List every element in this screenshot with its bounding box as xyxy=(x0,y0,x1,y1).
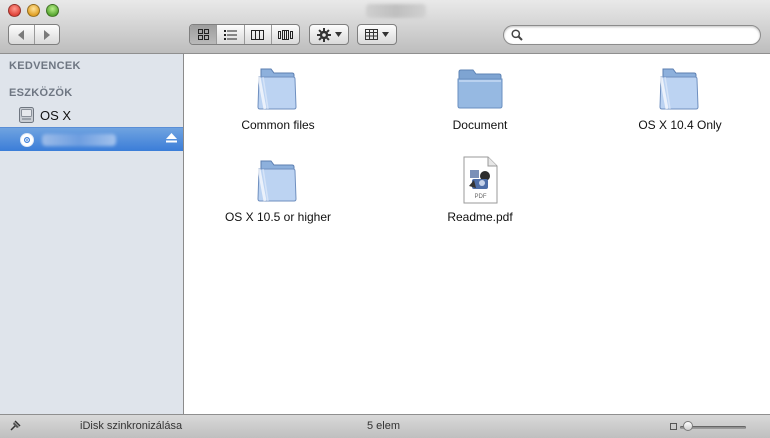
status-bar: iDisk szinkronizálása 5 elem xyxy=(0,414,770,438)
file-item-readme-pdf[interactable]: PDF Readme.pdf xyxy=(400,156,560,224)
pdf-document-icon: PDF xyxy=(463,156,498,204)
sidebar-item-os-x[interactable]: OS X xyxy=(0,104,183,126)
action-menu-button[interactable] xyxy=(309,24,349,45)
minimize-window-button[interactable] xyxy=(27,4,40,17)
file-item-document[interactable]: Document xyxy=(400,66,560,132)
file-item-label: OS X 10.5 or higher xyxy=(224,210,332,224)
sync-pin-icon[interactable] xyxy=(8,419,22,433)
zoom-window-button[interactable] xyxy=(46,4,59,17)
finder-window: KEDVENCEK ESZKÖZÖK OS X Common files Doc… xyxy=(0,0,770,438)
folder-icon xyxy=(659,68,699,110)
back-forward-control xyxy=(8,24,60,45)
disc-icon xyxy=(20,132,34,147)
pdf-badge-label: PDF xyxy=(475,194,487,200)
window-controls xyxy=(8,4,59,17)
toolbar xyxy=(0,0,770,54)
coverflow-view-button[interactable] xyxy=(272,25,299,44)
coverflow-icon xyxy=(277,29,293,40)
chevron-right-icon xyxy=(43,29,50,40)
gear-icon xyxy=(316,27,331,42)
favorites-header: KEDVENCEK xyxy=(9,60,81,72)
grid-icon xyxy=(197,29,209,40)
small-icon-size-icon xyxy=(670,423,677,430)
chevron-down-icon xyxy=(382,32,389,37)
columns-icon xyxy=(251,29,265,40)
hard-drive-icon xyxy=(19,107,34,123)
search-input[interactable] xyxy=(526,28,758,44)
file-item-common-files[interactable]: Common files xyxy=(198,66,358,132)
folder-icon xyxy=(257,160,297,202)
file-item-label: Readme.pdf xyxy=(447,210,513,224)
window-title xyxy=(366,4,426,18)
file-item-os-x-10-5-or-higher[interactable]: OS X 10.5 or higher xyxy=(198,158,358,224)
view-mode-control xyxy=(189,24,300,45)
slider-thumb[interactable] xyxy=(682,421,693,431)
sidebar-item-disc[interactable] xyxy=(0,127,183,151)
eject-icon[interactable] xyxy=(166,133,177,143)
icon-size-slider[interactable] xyxy=(670,420,754,434)
search-icon xyxy=(511,29,523,41)
file-item-label: Common files xyxy=(241,118,315,132)
list-icon xyxy=(223,29,237,40)
file-browser: Common files Document OS X 10.4 Only OS … xyxy=(185,54,770,414)
chevron-down-icon xyxy=(334,32,342,37)
forward-button[interactable] xyxy=(35,25,60,44)
icon-view-button[interactable] xyxy=(190,25,218,44)
chevron-left-icon xyxy=(18,29,25,40)
devices-header: ESZKÖZÖK xyxy=(9,87,73,99)
idisk-sync-label: iDisk szinkronizálása xyxy=(80,420,183,432)
file-item-os-x-10-4-only[interactable]: OS X 10.4 Only xyxy=(600,66,760,132)
back-button[interactable] xyxy=(9,25,35,44)
sidebar-item-label xyxy=(42,133,116,146)
sidebar-item-label: OS X xyxy=(40,107,72,123)
arrange-menu-button[interactable] xyxy=(357,24,397,45)
folder-icon xyxy=(457,69,503,109)
list-view-button[interactable] xyxy=(217,25,245,44)
folder-icon xyxy=(257,68,297,110)
search-field[interactable] xyxy=(503,25,761,45)
sidebar: KEDVENCEK ESZKÖZÖK OS X xyxy=(0,54,184,414)
close-window-button[interactable] xyxy=(8,4,21,17)
item-count: 5 elem xyxy=(367,420,401,432)
file-item-label: Document xyxy=(452,118,508,132)
arrange-grid-icon xyxy=(365,29,378,40)
file-item-label: OS X 10.4 Only xyxy=(638,118,722,132)
column-view-button[interactable] xyxy=(245,25,272,44)
